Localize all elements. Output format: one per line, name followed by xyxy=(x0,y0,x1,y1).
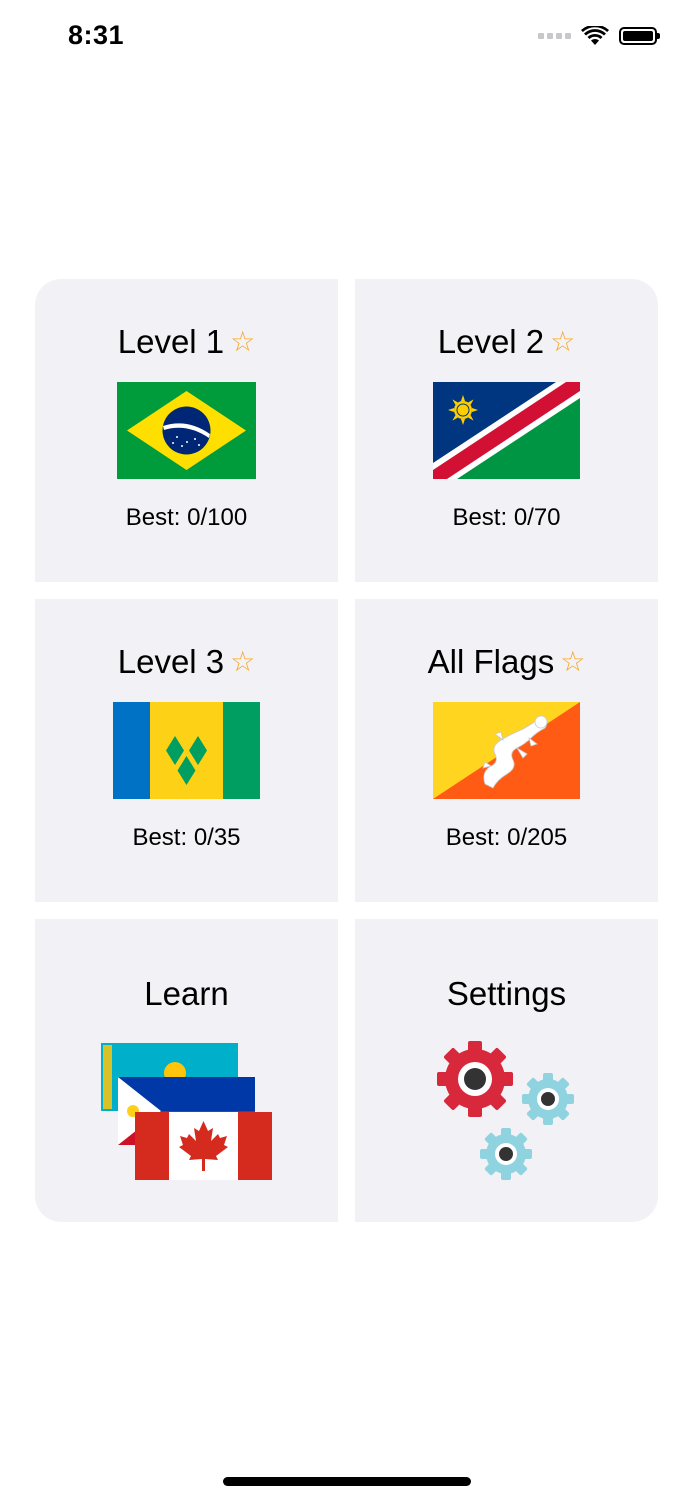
status-icons xyxy=(538,26,660,46)
all-flags-tile[interactable]: All Flags ☆ Best: 0/205 xyxy=(355,599,658,902)
settings-title: Settings xyxy=(446,975,567,1012)
status-bar: 8:31 xyxy=(0,0,693,80)
gears-icon xyxy=(437,1041,574,1180)
star-icon: ☆ xyxy=(230,326,256,357)
level-3-best: Best: 0/35 xyxy=(132,824,241,851)
level-3-title: Level 3 ☆ xyxy=(117,643,256,680)
level-2-title: Level 2 ☆ xyxy=(437,323,576,360)
all-flags-best: Best: 0/205 xyxy=(445,824,568,851)
bhutan-flag xyxy=(433,702,580,799)
status-time: 8:31 xyxy=(68,20,125,50)
level-2-best: Best: 0/70 xyxy=(452,504,561,531)
level-3-tile[interactable]: Level 3 ☆ Best: 0/35 xyxy=(35,599,338,902)
wifi-icon xyxy=(581,26,609,45)
home-indicator[interactable] xyxy=(223,1477,471,1486)
level-1-title: Level 1 ☆ xyxy=(117,323,256,360)
stacked-flags-icon xyxy=(101,1043,272,1180)
brazil-flag xyxy=(117,382,256,479)
saint-vincent-flag xyxy=(113,702,260,799)
all-flags-title: All Flags ☆ xyxy=(427,643,586,680)
star-icon: ☆ xyxy=(550,326,576,357)
level-2-tile[interactable]: Level 2 ☆ Best: 0/70 xyxy=(355,279,658,582)
battery-icon xyxy=(619,27,660,45)
level-1-best: Best: 0/100 xyxy=(125,504,248,531)
learn-tile[interactable]: Learn xyxy=(35,919,338,1222)
level-1-tile[interactable]: Level 1 ☆ Best: 0/100 xyxy=(35,279,338,582)
star-icon: ☆ xyxy=(230,646,256,677)
learn-title: Learn xyxy=(144,975,229,1012)
cellular-signal-icon xyxy=(538,33,571,39)
star-icon: ☆ xyxy=(560,646,586,677)
settings-tile[interactable]: Settings xyxy=(355,919,658,1222)
namibia-flag xyxy=(433,382,580,479)
